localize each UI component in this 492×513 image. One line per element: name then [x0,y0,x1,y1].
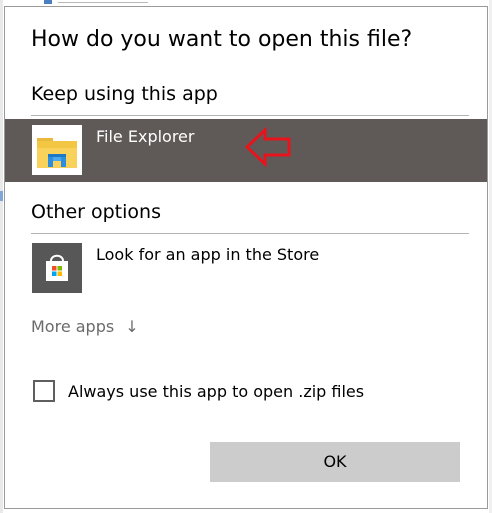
file-explorer-icon [32,125,82,175]
page: How do you want to open this file? Keep … [0,0,492,513]
background-list-fragment [44,0,154,4]
app-option-label: Look for an app in the Store [96,245,320,264]
app-option-store[interactable]: Look for an app in the Store [5,237,487,300]
store-icon [32,243,82,293]
app-option-label: File Explorer [96,127,195,146]
app-option-file-explorer[interactable]: File Explorer [5,119,487,182]
always-use-label[interactable]: Always use this app to open .zip files [68,382,364,401]
arrow-down-icon: ↓ [125,317,139,336]
red-arrow-icon [244,126,295,168]
ok-button[interactable]: OK [210,442,460,482]
more-apps-label: More apps [31,317,115,336]
other-options-heading: Other options [31,201,161,223]
always-use-checkbox[interactable] [33,380,55,402]
divider [31,115,469,116]
more-apps-link[interactable]: More apps ↓ [31,317,139,336]
open-with-dialog: How do you want to open this file? Keep … [4,6,488,509]
dialog-title: How do you want to open this file? [31,27,413,52]
background-window-edge [0,0,3,513]
keep-using-heading: Keep using this app [31,83,218,105]
background-accent [0,191,3,201]
divider [31,233,469,234]
